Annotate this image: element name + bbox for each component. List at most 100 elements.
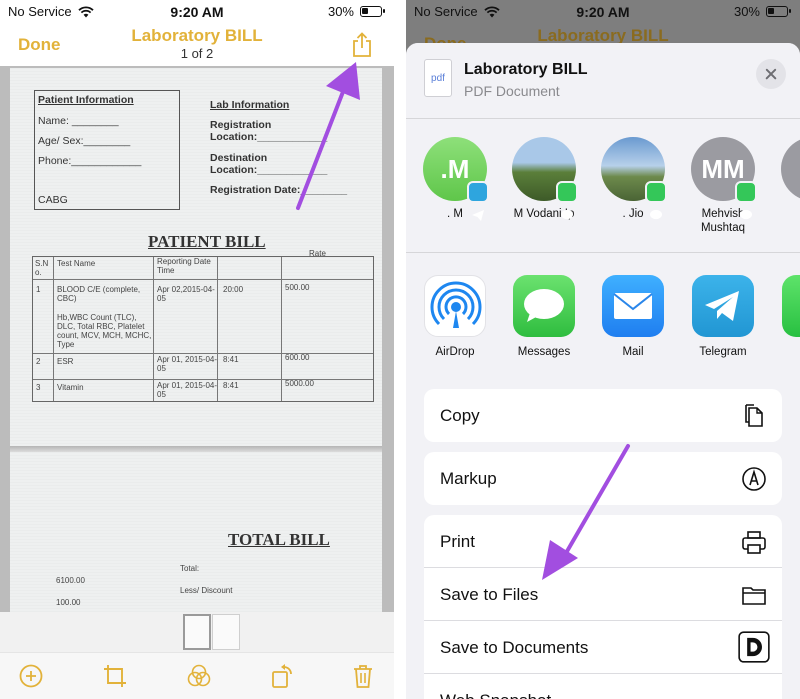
patient-info-title: Patient Information xyxy=(38,94,134,106)
table-cell: 1 xyxy=(36,285,41,294)
mail-app[interactable]: Mail xyxy=(588,275,678,358)
messages-badge-icon xyxy=(645,181,667,220)
filters-icon[interactable] xyxy=(186,663,212,689)
web-snapshot-label: Web Snapshot xyxy=(440,691,551,699)
contact-suggestion[interactable]: MM Mehvish Mushtaq xyxy=(678,137,768,235)
app-label: Messages xyxy=(517,346,571,358)
markup-icon xyxy=(742,467,766,491)
battery-status: 30% xyxy=(327,4,385,19)
page-break xyxy=(10,446,382,452)
messages-badge-icon xyxy=(556,181,578,220)
bill-table: S.N o. Test Name Reporting Date Time Rat… xyxy=(32,249,374,402)
contact-suggestion[interactable]: R H xyxy=(768,137,800,221)
table-cell: 8:41 xyxy=(223,355,239,364)
table-header-rate: Rate xyxy=(309,249,326,258)
battery-percent: 30% xyxy=(733,4,760,19)
web-snapshot-action[interactable]: Web Snapshot xyxy=(424,674,782,699)
battery-icon xyxy=(766,6,791,17)
telegram-icon xyxy=(692,275,754,337)
patient-bill-heading: PATIENT BILL xyxy=(148,232,266,251)
app-label: Telegram xyxy=(699,346,747,358)
contact-suggestion[interactable]: .M . M xyxy=(410,137,500,221)
save-to-files-label: Save to Files xyxy=(440,585,539,604)
avatar: MM xyxy=(691,137,757,220)
battery-percent: 30% xyxy=(327,4,354,19)
name-field-label: Name: ________ xyxy=(38,115,119,127)
table-cell: 8:41 xyxy=(223,381,239,390)
share-file-title: Laboratory BILL xyxy=(464,61,588,78)
table-header-test: Test Name xyxy=(57,259,96,268)
total-value: 6100.00 xyxy=(56,576,85,585)
table-cell: 500.00 xyxy=(285,283,310,292)
share-file-type: PDF Document xyxy=(464,83,560,99)
status-bar: No Service 9:20 AM 30% xyxy=(406,0,800,24)
discount-label: Less/ Discount xyxy=(180,586,233,595)
battery-status: 30% xyxy=(733,4,791,19)
telegram-app[interactable]: Telegram xyxy=(678,275,768,358)
pdf-file-icon: pdf xyxy=(424,59,452,97)
messages-app[interactable]: Messages xyxy=(499,275,589,358)
table-cell: 5000.00 xyxy=(285,379,314,388)
copy-action[interactable]: Copy xyxy=(424,389,782,442)
age-field-label: Age/ Sex:________ xyxy=(38,135,131,147)
avatar xyxy=(781,137,800,201)
share-sheet-header: pdf Laboratory BILL PDF Document xyxy=(406,43,800,119)
messages-badge-icon xyxy=(735,181,757,220)
battery-icon xyxy=(360,6,385,17)
bottom-toolbar xyxy=(0,652,394,699)
close-icon[interactable] xyxy=(756,59,786,89)
share-sheet-screen: No Service 9:20 AM 30% Done Laboratory B… xyxy=(406,0,800,699)
airdrop-icon xyxy=(424,275,486,337)
print-label: Print xyxy=(440,532,475,551)
telegram-badge-icon xyxy=(467,181,489,221)
document-canvas[interactable]: Patient Information Name: ________ Age/ … xyxy=(0,62,394,612)
add-icon[interactable] xyxy=(18,663,44,689)
copy-icon xyxy=(745,404,763,427)
contact-name: R H xyxy=(768,207,800,221)
table-header-date: Reporting Date Time xyxy=(157,257,211,275)
contact-suggestion[interactable]: . Jio xyxy=(588,137,678,221)
whatsapp-app[interactable]: Wh xyxy=(768,275,800,358)
whatsapp-icon xyxy=(782,275,800,337)
avatar xyxy=(512,137,578,220)
printer-icon xyxy=(742,531,766,554)
save-to-documents-action[interactable]: Save to Documents xyxy=(424,621,782,674)
page-thumbnail[interactable] xyxy=(212,614,240,650)
copy-label: Copy xyxy=(440,406,480,425)
total-bill-heading: TOTAL BILL xyxy=(228,530,330,549)
people-suggestions-row: .M . M M Vodani Ip . Jio MM Mehvish Mush… xyxy=(406,119,800,253)
documents-app-icon xyxy=(738,631,770,663)
save-to-documents-label: Save to Documents xyxy=(440,638,589,657)
table-cell: Apr 01, 2015-04-05 xyxy=(157,381,218,399)
table-cell: Hb,WBC Count (TLC), DLC, Total RBC, Plat… xyxy=(57,313,152,349)
annotation-arrow xyxy=(542,444,630,580)
table-cell: Apr 01, 2015-04-05 xyxy=(157,355,218,373)
cabg-label: CABG xyxy=(38,194,68,206)
document-title: Laboratory BILL xyxy=(131,26,263,45)
patient-info-box xyxy=(34,90,180,210)
messages-icon xyxy=(513,275,575,337)
contact-suggestion[interactable]: M Vodani Ip xyxy=(499,137,589,221)
page-thumbnail-strip xyxy=(0,612,394,652)
folder-icon xyxy=(742,587,766,605)
avatar: .M xyxy=(423,137,489,221)
pdf-thumb-label: pdf xyxy=(431,73,445,84)
airdrop-app[interactable]: AirDrop xyxy=(410,275,500,358)
table-header-sn: S.N o. xyxy=(35,259,49,277)
crop-icon[interactable] xyxy=(102,663,128,689)
pdf-viewer-screen: No Service 9:20 AM 30% Done Laboratory B… xyxy=(0,0,394,699)
trash-icon[interactable] xyxy=(350,663,376,689)
mail-icon xyxy=(602,275,664,337)
table-cell: 600.00 xyxy=(285,353,310,362)
table-cell: Apr 02,2015-04-05 xyxy=(157,285,215,303)
avatar xyxy=(601,137,667,220)
table-cell: BLOOD C/E (complete, CBC) xyxy=(57,285,141,303)
total-label: Total: xyxy=(180,564,200,573)
page-thumbnail[interactable] xyxy=(183,614,211,650)
rotate-icon[interactable] xyxy=(270,663,296,689)
table-cell: 20:00 xyxy=(223,285,244,294)
annotation-arrow xyxy=(296,62,360,210)
panel-divider xyxy=(394,0,406,699)
share-icon[interactable] xyxy=(350,32,374,58)
table-cell: 3 xyxy=(36,383,41,392)
